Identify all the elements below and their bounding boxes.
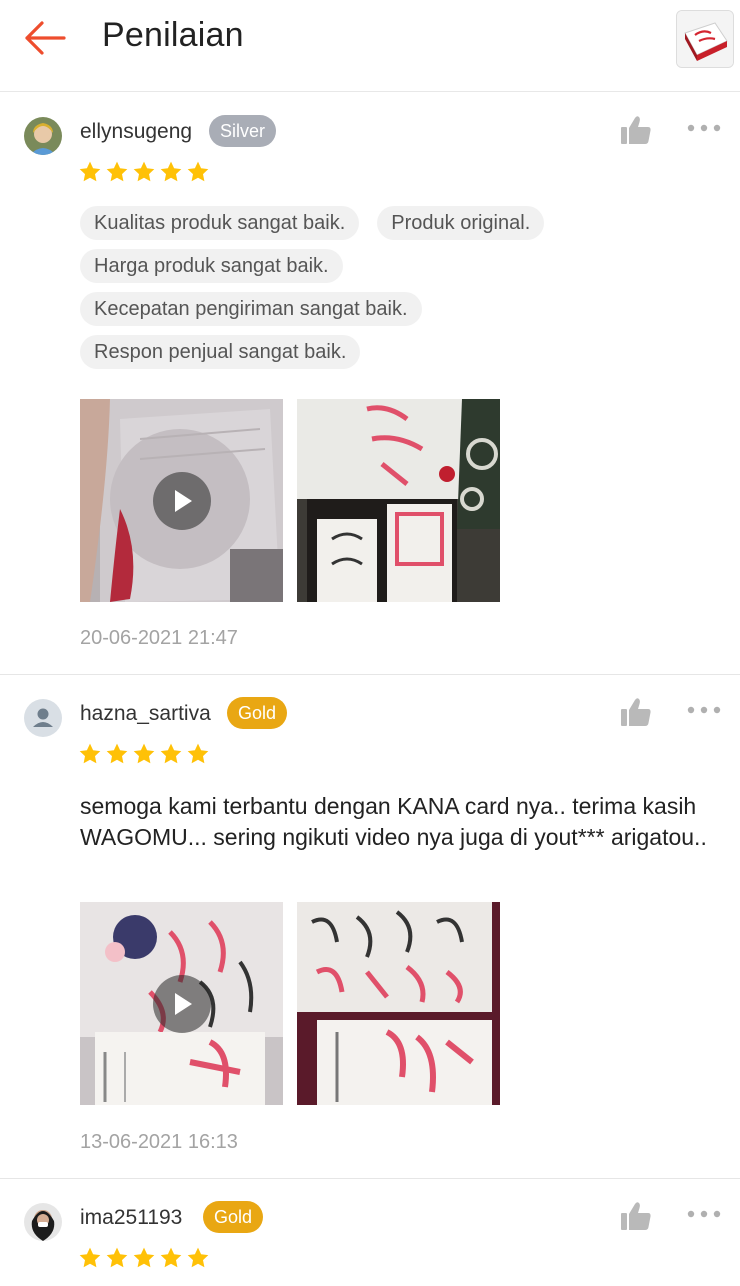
review-date: 20-06-2021 21:47 [80,627,238,649]
review-tag: Harga produk sangat baik. [80,249,343,283]
review-item: ima251193 Gold [0,1179,740,1286]
star-icon [132,160,156,184]
product-image [677,11,733,67]
username: ima251193 [80,1206,183,1229]
photo-thumbnail [297,399,500,602]
star-icon [105,160,129,184]
more-options-button[interactable] [686,121,722,135]
thumbs-up-icon [620,115,652,145]
thumbs-up-icon [620,1201,652,1231]
review-tag: Respon penjual sangat baik. [80,335,361,369]
more-options-button[interactable] [686,703,722,717]
review-item: ellynsugeng Silver Kualitas produk sanga… [0,93,740,675]
star-icon [78,160,102,184]
star-icon [159,160,183,184]
more-options-button[interactable] [686,1207,722,1221]
review-tag: Kualitas produk sangat baik. [80,206,360,240]
like-button[interactable] [620,1201,652,1231]
star-icon [186,160,210,184]
more-options-icon [686,1207,722,1221]
review-photo[interactable] [297,399,500,602]
photo-thumbnail [297,902,500,1105]
member-badge: Gold [227,697,288,729]
review-video[interactable] [80,902,283,1105]
product-thumbnail[interactable] [676,10,734,68]
star-rating [78,160,210,186]
default-avatar-icon [33,708,53,727]
username: ellynsugeng [80,120,193,143]
star-icon [159,742,183,766]
top-bar: Penilaian [0,0,740,92]
user-photo [24,117,62,155]
username: hazna_sartiva [80,702,211,725]
member-badge: Silver [209,115,277,147]
review-date: 13-06-2021 16:13 [80,1131,238,1153]
more-options-icon [686,121,722,135]
star-icon [78,742,102,766]
like-button[interactable] [620,697,652,727]
review-photo[interactable] [297,902,500,1105]
back-arrow-icon [25,21,66,55]
star-icon [132,1246,156,1270]
play-icon [173,992,193,1016]
member-badge: Gold [203,1201,264,1233]
like-button[interactable] [620,115,652,145]
review-tags: Kualitas produk sangat baik. Produk orig… [80,206,700,369]
page-title: Penilaian [102,16,244,54]
more-options-icon [686,703,722,717]
thumbs-up-icon [620,697,652,727]
star-icon [132,742,156,766]
star-rating [78,1246,210,1272]
play-button[interactable] [153,975,211,1033]
star-rating [78,742,210,768]
avatar[interactable] [24,1203,62,1241]
review-comment: semoga kami terbantu dengan KANA card ny… [80,793,707,850]
star-icon [186,1246,210,1270]
star-icon [105,1246,129,1270]
star-icon [186,742,210,766]
user-photo [24,1203,62,1241]
play-button[interactable] [153,472,211,530]
review-video[interactable] [80,399,283,602]
avatar[interactable] [24,699,62,737]
star-icon [159,1246,183,1270]
play-icon [173,489,193,513]
back-button[interactable] [20,18,68,58]
review-item: hazna_sartiva Gold semoga kami terbantu … [0,675,740,1179]
review-tag: Produk original. [377,206,545,240]
avatar[interactable] [24,117,62,155]
star-icon [105,742,129,766]
review-tag: Kecepatan pengiriman sangat baik. [80,292,422,326]
star-icon [78,1246,102,1270]
